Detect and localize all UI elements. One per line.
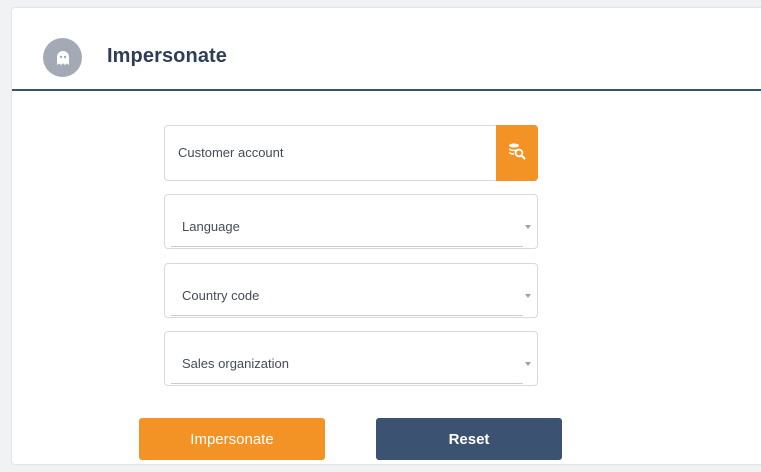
- sales-organization-label: Sales organization: [182, 356, 289, 371]
- ghost-icon: [43, 38, 82, 77]
- country-code-label: Country code: [182, 288, 260, 303]
- sales-organization-select[interactable]: Sales organization: [164, 331, 538, 386]
- impersonate-button[interactable]: Impersonate: [139, 418, 325, 460]
- language-label: Language: [182, 219, 240, 234]
- customer-account-label: Customer account: [178, 145, 284, 160]
- panel-header: Impersonate: [12, 8, 761, 91]
- chevron-down-icon: [525, 225, 531, 229]
- language-underline: [171, 246, 523, 247]
- sales-organization-underline: [171, 383, 523, 384]
- language-select[interactable]: Language: [164, 194, 538, 249]
- customer-search-button[interactable]: [496, 125, 538, 181]
- customer-account-field[interactable]: Customer account: [164, 125, 538, 181]
- impersonate-panel: Impersonate Customer account Language Co…: [11, 7, 761, 465]
- country-code-select[interactable]: Country code: [164, 263, 538, 318]
- page-title: Impersonate: [107, 45, 228, 67]
- reset-button[interactable]: Reset: [376, 418, 562, 460]
- country-code-underline: [171, 315, 523, 316]
- database-search-icon: [507, 141, 527, 166]
- chevron-down-icon: [525, 362, 531, 366]
- chevron-down-icon: [525, 294, 531, 298]
